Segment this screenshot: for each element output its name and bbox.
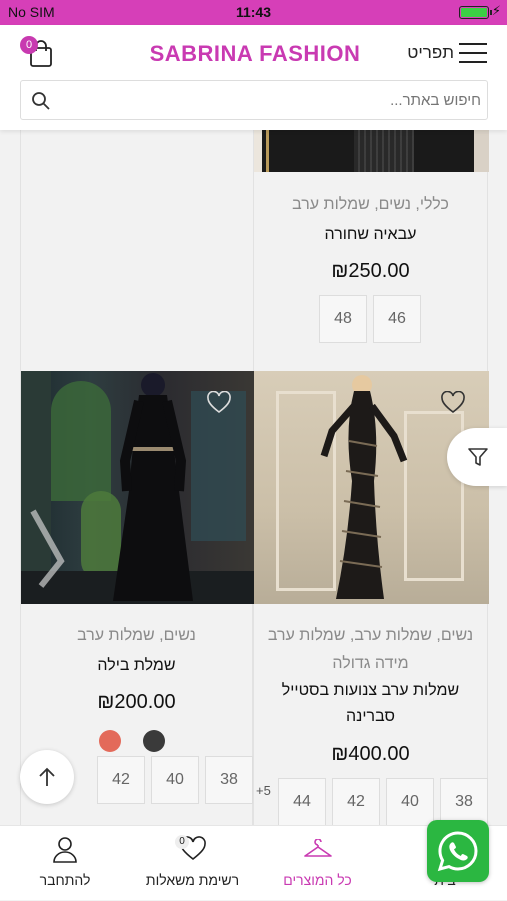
arrow-up-icon [39,767,55,786]
size-option[interactable]: 38 [205,756,253,804]
product-categories[interactable]: נשים, שמלות ערב, שמלות ערב [254,627,487,645]
hanger-icon [304,839,332,857]
tab-account[interactable]: להתחבר [10,826,120,901]
tab-wishlist[interactable]: 0 רשימת משאלות [135,826,250,901]
user-icon [53,837,77,863]
product-name[interactable]: שמלת בילה [21,657,252,675]
clock: 11:43 [235,4,272,20]
scroll-to-top-button[interactable] [20,750,74,804]
product-column-spacer [20,128,253,371]
size-options: 44 42 40 38 [278,778,488,826]
product-price: ₪200.00 [97,691,176,713]
filter-funnel-icon [468,448,488,466]
size-option[interactable]: 42 [97,756,145,804]
product-categories[interactable]: נשים, שמלות ערב [21,627,252,645]
cart-count-badge: 0 [20,36,38,54]
size-option[interactable]: 46 [373,295,421,343]
status-bar: No SIM 11:43 ⚡ [0,0,507,25]
product-categories[interactable]: כללי, נשים, שמלות ערב [254,196,487,214]
product-card[interactable]: כללי, נשים, שמלות ערב עבאיה שחורה ₪250.0… [253,128,489,371]
tab-wishlist-label: רשימת משאלות [145,872,240,888]
battery-icon [459,6,492,19]
product-price: ₪250.00 [331,260,410,282]
product-category-extra[interactable]: מידה גדולה [254,655,487,673]
product-name-line1[interactable]: שמלות ערב צנועות בסטייל [254,682,487,700]
hamburger-menu-icon[interactable] [459,43,487,63]
wishlist-count-badge: 0 [175,835,189,849]
whatsapp-button[interactable] [427,820,489,882]
size-option[interactable]: 40 [151,756,199,804]
size-option[interactable]: 48 [319,295,367,343]
product-image[interactable] [21,371,254,604]
size-options: 48 46 [319,295,421,343]
wishlist-heart-icon[interactable] [440,391,466,415]
color-swatch[interactable] [143,730,165,752]
product-name-line2[interactable]: סברינה [254,708,487,726]
size-options: 42 40 38 [43,756,253,804]
more-sizes-indicator[interactable]: +5 [256,783,271,798]
brand-logo[interactable]: SABRINA FASHION [130,41,380,67]
app-header: 0 SABRINA FASHION תפריט [0,25,507,130]
product-name[interactable]: עבאיה שחורה [254,226,487,244]
whatsapp-icon [437,831,478,872]
filter-button[interactable] [447,428,507,486]
color-swatch[interactable] [99,730,121,752]
search-icon[interactable] [31,91,51,111]
search-input[interactable] [71,81,481,119]
size-option[interactable]: 44 [278,778,326,826]
size-option[interactable]: 42 [332,778,380,826]
size-option[interactable]: 38 [440,778,488,826]
product-image[interactable] [254,371,489,604]
menu-label[interactable]: תפריט [407,43,454,63]
tab-all-products[interactable]: כל המוצרים [265,826,370,901]
charging-icon: ⚡ [491,3,501,18]
tab-all-products-label: כל המוצרים [283,872,352,888]
size-option[interactable]: 40 [386,778,434,826]
product-price: ₪400.00 [331,743,410,765]
product-image[interactable] [254,128,489,172]
search-bar [20,80,488,120]
wishlist-heart-icon[interactable] [206,391,232,415]
tab-account-label: להתחבר [39,872,91,888]
